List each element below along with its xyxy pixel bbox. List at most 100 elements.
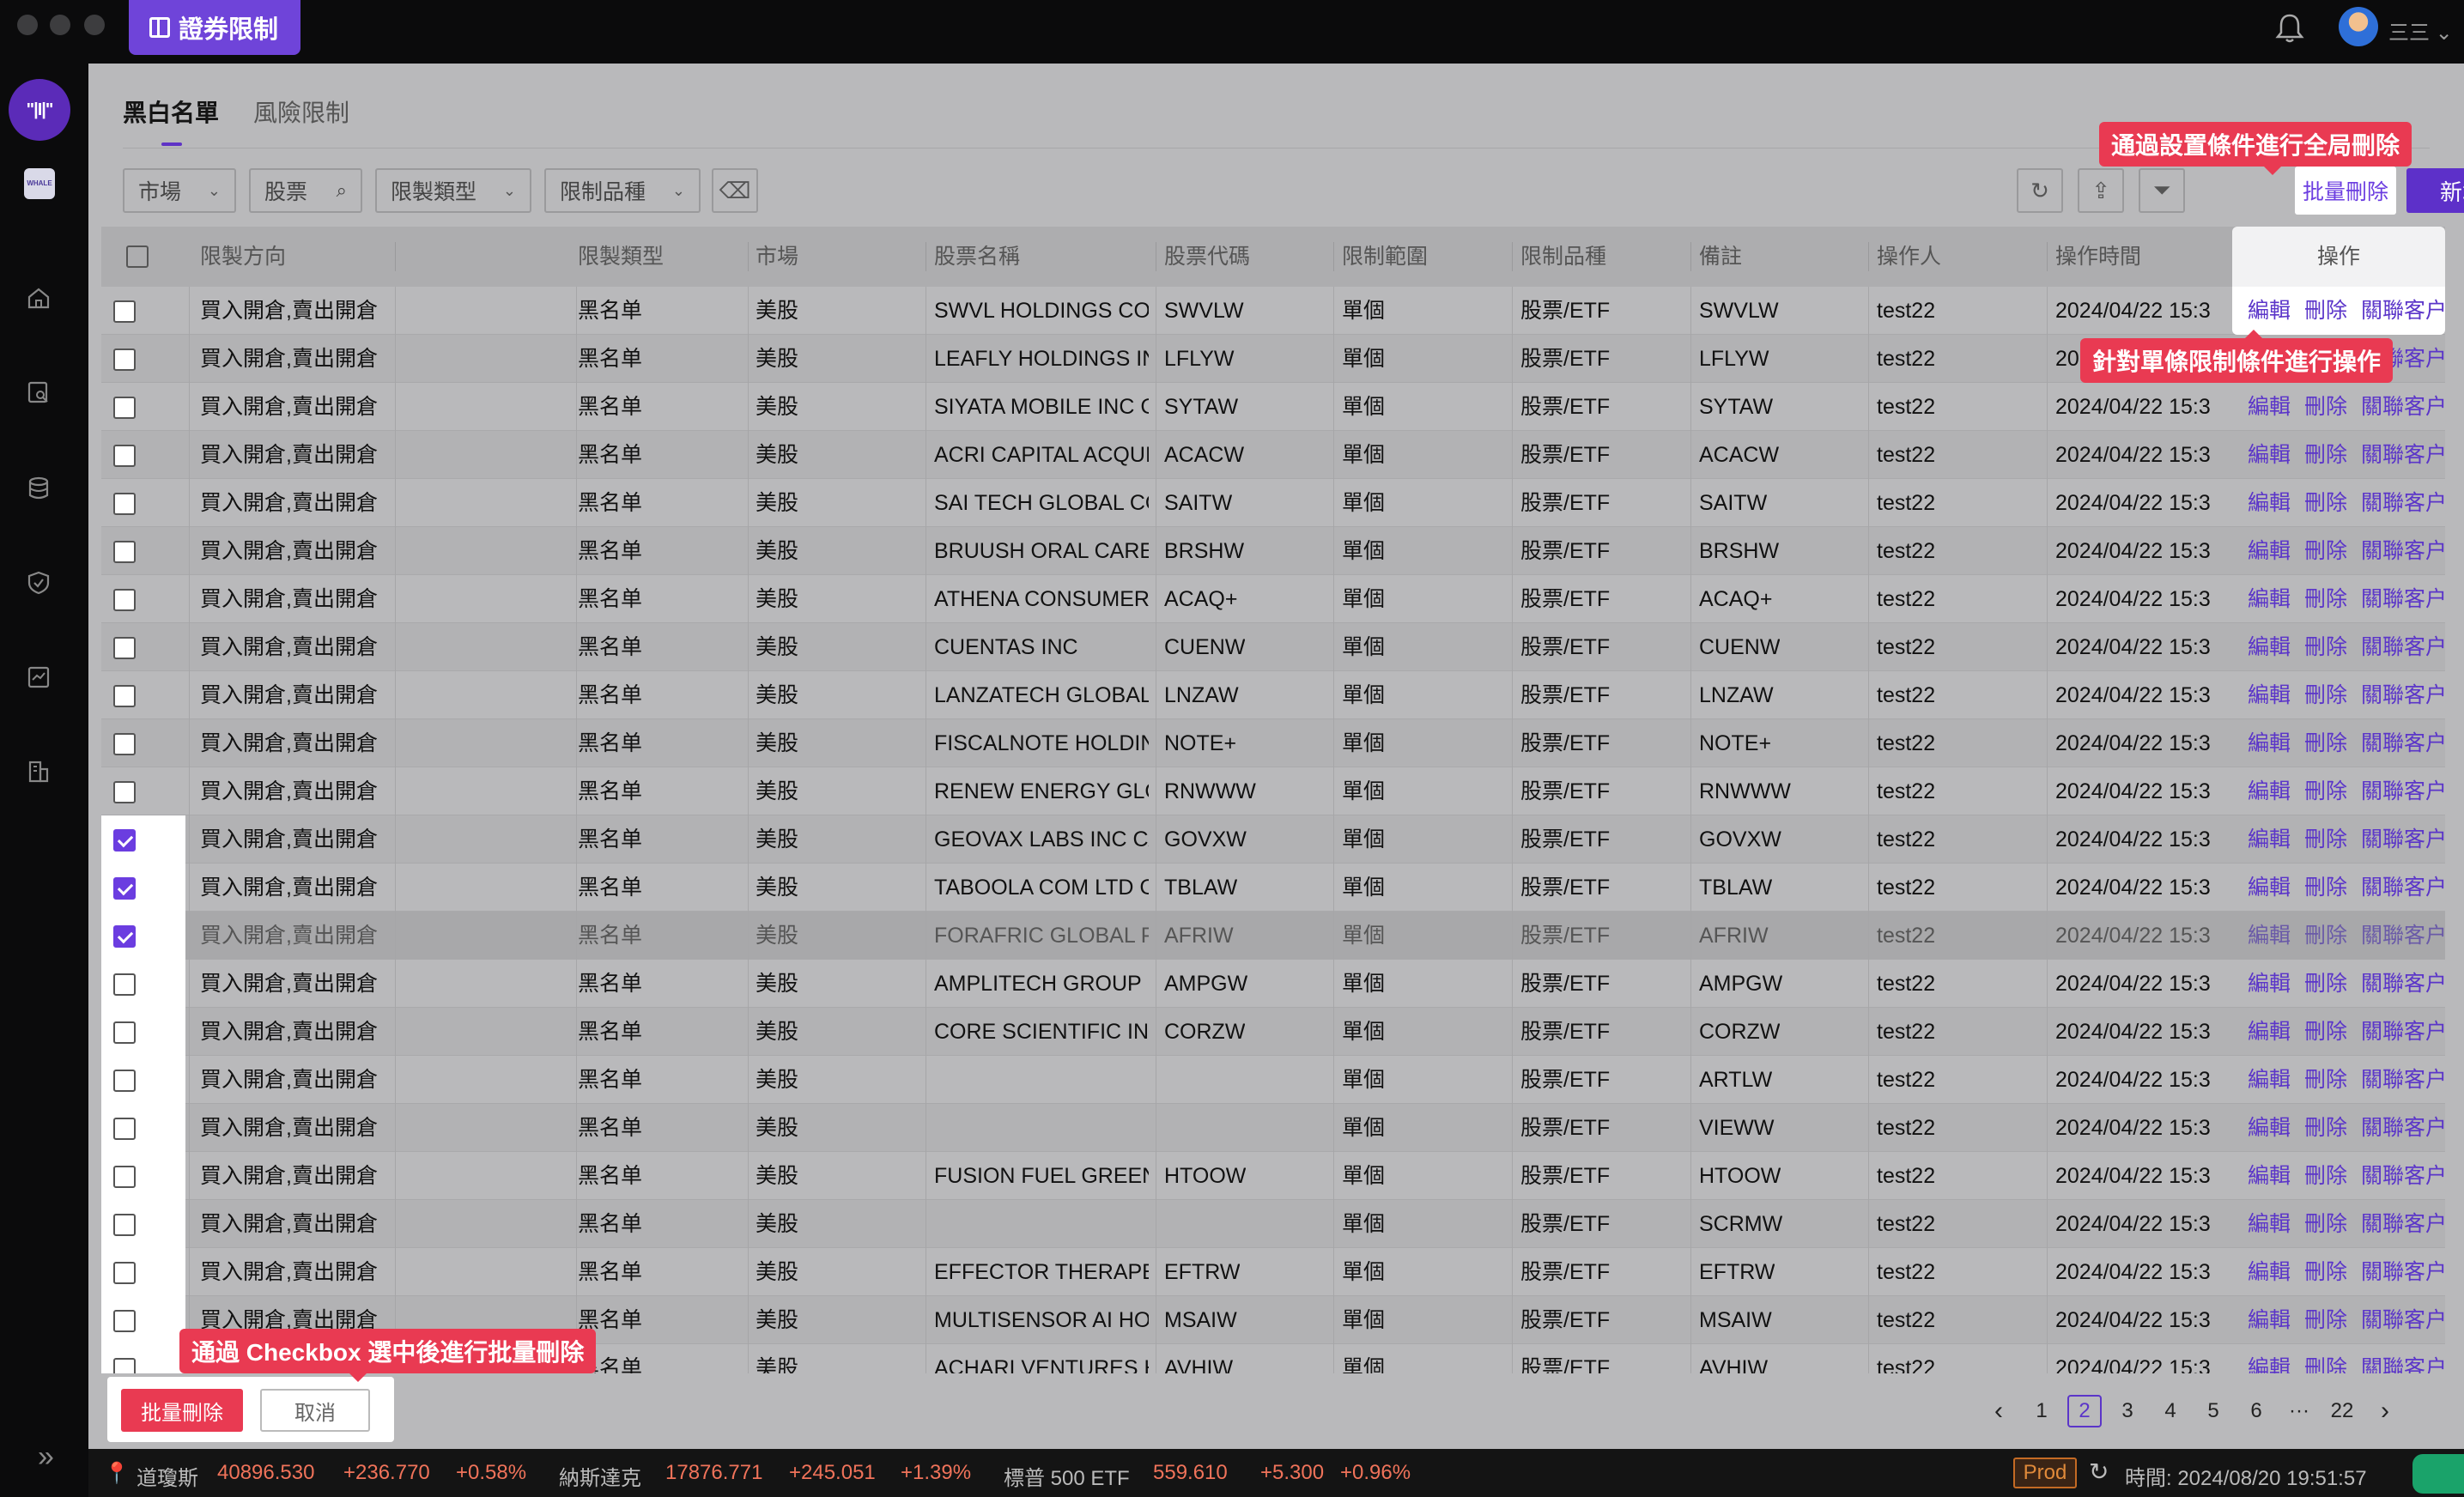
delete-link[interactable]: 刪除 — [2304, 395, 2347, 419]
link-client-link[interactable]: 關聯客户 — [2361, 876, 2447, 900]
row-checkbox[interactable] — [113, 493, 136, 515]
row-checkbox[interactable] — [113, 781, 136, 803]
delete-link[interactable]: 刪除 — [2304, 1068, 2347, 1092]
link-client-link[interactable]: 關聯客户 — [2361, 1164, 2447, 1188]
row-checkbox[interactable] — [113, 541, 136, 563]
delete-link[interactable]: 刪除 — [2304, 1116, 2347, 1140]
app-tab[interactable]: 證券限制 — [129, 0, 300, 55]
database-icon[interactable] — [26, 476, 52, 501]
stock-search-input[interactable]: 股票 ⌕ — [249, 168, 362, 213]
edit-link[interactable]: 編輯 — [2248, 731, 2291, 755]
delete-link[interactable]: 刪除 — [2304, 1308, 2347, 1332]
close-window-icon[interactable] — [17, 15, 38, 35]
edit-link[interactable]: 編輯 — [2248, 635, 2291, 659]
delete-link[interactable]: 刪除 — [2304, 876, 2347, 900]
delete-link[interactable]: 刪除 — [2304, 1260, 2347, 1284]
link-client-link[interactable]: 關聯客户 — [2361, 972, 2447, 996]
delete-link[interactable]: 刪除 — [2304, 587, 2347, 611]
row-checkbox[interactable] — [113, 445, 136, 467]
delete-link[interactable]: 刪除 — [2304, 635, 2347, 659]
table-row[interactable]: 買入開倉,賣出開倉 黑名单 美股 CORE SCIENTIFIC INC CORZW 單個… — [101, 1008, 2447, 1056]
edit-link[interactable]: 編輯 — [2248, 779, 2291, 803]
page-22[interactable]: 22 — [2321, 1399, 2364, 1423]
page-4[interactable]: 4 — [2149, 1399, 2192, 1423]
link-client-link[interactable]: 關聯客户 — [2361, 587, 2447, 611]
link-client-link[interactable]: 關聯客户 — [2361, 731, 2447, 755]
edit-link[interactable]: 編輯 — [2248, 1212, 2291, 1236]
report-icon[interactable] — [26, 664, 52, 690]
table-row[interactable]: 買入開倉,賣出開倉 黑名单 美股 CUENTAS INC CUENW 單個 股票/ETF CU… — [101, 623, 2447, 671]
row-checkbox[interactable] — [113, 1310, 136, 1332]
refresh-icon[interactable]: ↻ — [2089, 1458, 2109, 1486]
delete-link[interactable]: 刪除 — [2304, 539, 2347, 563]
table-row[interactable]: 買入開倉,賣出開倉 黑名单 美股 FORAFRIC GLOBAL PL AFRIW 單個 股… — [101, 912, 2447, 960]
row-checkbox[interactable] — [113, 589, 136, 611]
link-client-link[interactable]: 關聯客户 — [2361, 395, 2447, 419]
edit-link[interactable]: 編輯 — [2248, 1116, 2291, 1140]
add-button[interactable]: 新增 — [2406, 168, 2464, 213]
delete-link[interactable]: 刪除 — [2304, 731, 2347, 755]
link-client-link[interactable]: 關聯客户 — [2361, 491, 2447, 515]
user-menu[interactable]: 三三 ⌄ — [2388, 15, 2453, 45]
delete-link[interactable]: 刪除 — [2304, 1212, 2347, 1236]
row-checkbox[interactable] — [113, 1358, 136, 1373]
delete-link[interactable]: 刪除 — [2304, 491, 2347, 515]
avatar[interactable] — [2339, 7, 2378, 46]
row-checkbox[interactable] — [113, 925, 136, 948]
delete-link[interactable]: 刪除 — [2304, 1020, 2347, 1044]
table-row[interactable]: 買入開倉,賣出開倉 黑名单 美股 SAI TECH GLOBAL CO SAITW 單個 股… — [101, 479, 2447, 527]
edit-link[interactable]: 編輯 — [2248, 683, 2291, 707]
limit-variety-select[interactable]: 限制品種 ⌄ — [544, 168, 701, 213]
row-checkbox[interactable] — [113, 300, 136, 323]
row-checkbox[interactable] — [113, 637, 136, 659]
edit-link[interactable]: 編輯 — [2248, 876, 2291, 900]
link-client-link[interactable]: 關聯客户 — [2361, 1068, 2447, 1092]
row-checkbox[interactable] — [113, 877, 136, 900]
table-row[interactable]: 買入開倉,賣出開倉 黑名单 美股 SWVL HOLDINGS COF SWVLW 單個 股票… — [101, 287, 2447, 335]
edit-link[interactable]: 編輯 — [2248, 827, 2291, 852]
link-client-link[interactable]: 關聯客户 — [2361, 1260, 2447, 1284]
edit-link[interactable]: 編輯 — [2248, 1308, 2291, 1332]
table-row[interactable]: 買入開倉,賣出開倉 黑名单 美股 單個 股票/ETF VIEWW test22 2024/04… — [101, 1104, 2447, 1152]
table-row[interactable]: 買入開倉,賣出開倉 黑名单 美股 SIYATA MOBILE INC C SYTAW 單個… — [101, 383, 2447, 431]
table-row[interactable]: 買入開倉,賣出開倉 黑名单 美股 FISCALNOTE HOLDIN(NOTE+ 單個 股… — [101, 719, 2447, 767]
page-ellipsis[interactable]: ··· — [2278, 1399, 2321, 1423]
delete-link[interactable]: 刪除 — [2304, 972, 2347, 996]
page-3[interactable]: 3 — [2106, 1399, 2149, 1423]
expand-sidebar-icon[interactable]: » — [38, 1440, 54, 1474]
link-client-link[interactable]: 關聯客户 — [2361, 1020, 2447, 1044]
link-client-link[interactable]: 關聯客户 — [2361, 299, 2447, 323]
delete-link[interactable]: 刪除 — [2304, 683, 2347, 707]
row-checkbox[interactable] — [113, 733, 136, 755]
link-client-link[interactable]: 關聯客户 — [2361, 1308, 2447, 1332]
edit-link[interactable]: 編輯 — [2248, 1068, 2291, 1092]
delete-link[interactable]: 刪除 — [2304, 1164, 2347, 1188]
link-client-link[interactable]: 關聯客户 — [2361, 924, 2447, 948]
batch-delete-button[interactable]: 批量刪除 — [2295, 167, 2396, 215]
edit-link[interactable]: 編輯 — [2248, 1164, 2291, 1188]
clear-filter-button[interactable]: ⌫ — [712, 168, 758, 213]
tab-blacklist[interactable]: 黑白名單 — [123, 94, 219, 146]
row-checkbox[interactable] — [113, 685, 136, 707]
edit-link[interactable]: 編輯 — [2248, 395, 2291, 419]
building-icon[interactable] — [26, 759, 52, 785]
link-client-link[interactable]: 關聯客户 — [2361, 1212, 2447, 1236]
page-5[interactable]: 5 — [2192, 1399, 2235, 1423]
row-checkbox[interactable] — [113, 348, 136, 371]
table-row[interactable]: 買入開倉,賣出開倉 黑名单 美股 RENEW ENERGY GLO RNWWW 單個 股票/… — [101, 767, 2447, 815]
edit-link[interactable]: 編輯 — [2248, 1020, 2291, 1044]
page-1[interactable]: 1 — [2020, 1399, 2063, 1423]
link-client-link[interactable]: 關聯客户 — [2361, 1356, 2447, 1373]
edit-link[interactable]: 編輯 — [2248, 491, 2291, 515]
link-client-link[interactable]: 關聯客户 — [2361, 1116, 2447, 1140]
delete-link[interactable]: 刪除 — [2304, 827, 2347, 852]
whale-app-icon[interactable]: WHALE — [24, 168, 55, 199]
delete-link[interactable]: 刪除 — [2304, 443, 2347, 467]
table-row[interactable]: 買入開倉,賣出開倉 黑名单 美股 GEOVAX LABS INC C/\ GOVXW 單個… — [101, 815, 2447, 864]
market-select[interactable]: 市場 ⌄ — [123, 168, 236, 213]
table-row[interactable]: 買入開倉,賣出開倉 黑名单 美股 ACRI CAPITAL ACQUIS ACACW 單個… — [101, 431, 2447, 479]
row-checkbox[interactable] — [113, 973, 136, 996]
bell-icon[interactable] — [2275, 12, 2304, 43]
limit-type-select[interactable]: 限製類型 ⌄ — [375, 168, 531, 213]
delete-link[interactable]: 刪除 — [2304, 299, 2347, 323]
